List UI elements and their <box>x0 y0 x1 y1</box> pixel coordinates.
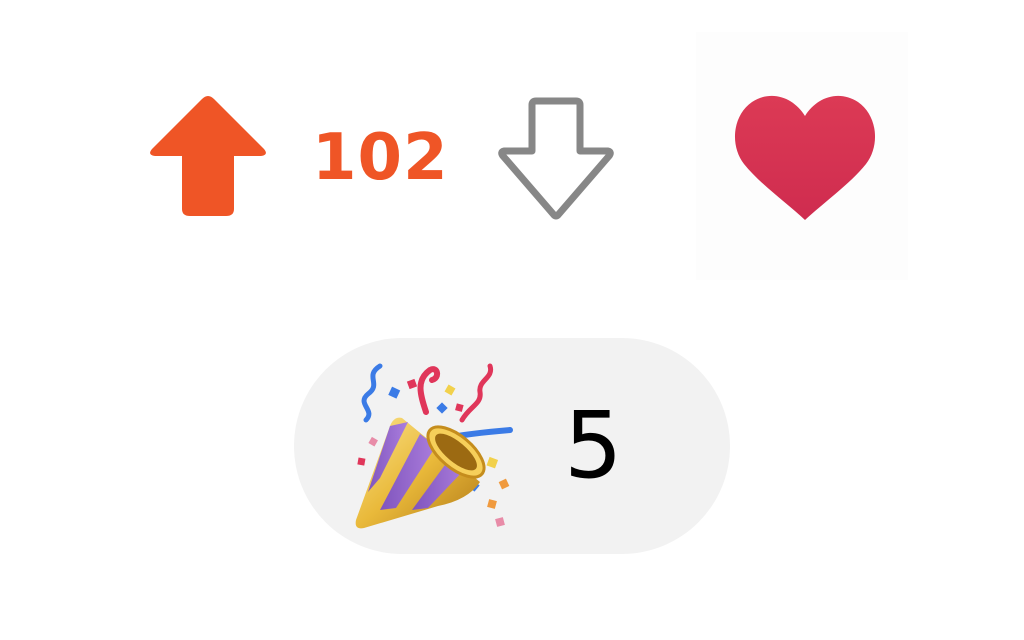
reaction-pill[interactable]: 5 <box>294 338 730 554</box>
reaction-count: 5 <box>564 392 623 499</box>
upvote-button[interactable] <box>148 92 268 218</box>
vote-score: 102 <box>312 121 449 195</box>
arrow-up-filled-icon <box>150 96 266 216</box>
downvote-button[interactable] <box>496 95 616 221</box>
arrow-down-outline-icon <box>498 97 614 220</box>
reaction-widget-area: 102 5 <box>0 0 1024 640</box>
like-tile <box>696 32 908 280</box>
heart-icon <box>734 95 876 220</box>
like-button[interactable] <box>730 92 880 228</box>
party-popper-icon <box>350 360 520 530</box>
